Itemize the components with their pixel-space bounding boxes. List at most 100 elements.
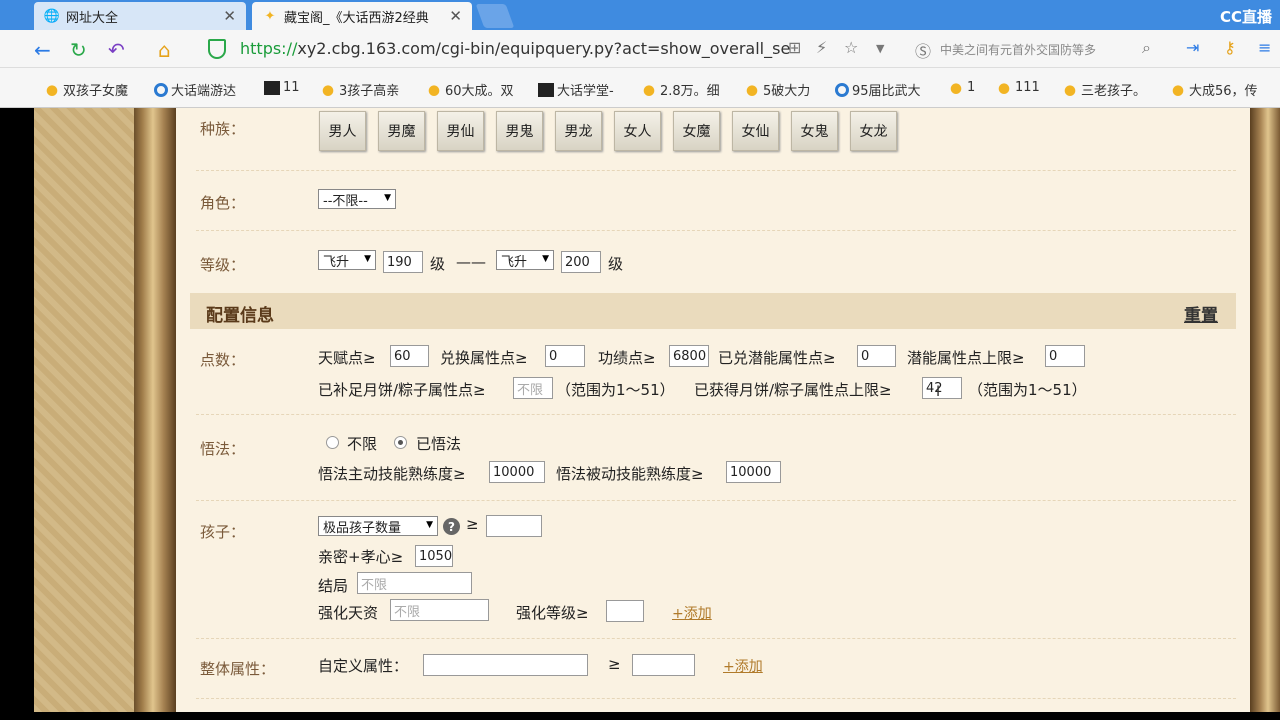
search-form: 种族： 男人 男魔 男仙 男鬼 男龙 女人 女魔 女仙 女鬼 女龙 角色： --… (176, 108, 1250, 712)
bookmark-item[interactable]: 大话学堂- (538, 80, 614, 99)
wufa-passive-label: 悟法被动技能熟练度≥ (556, 465, 704, 483)
child-talent-input[interactable]: 不限 (390, 599, 489, 621)
star-icon (320, 82, 336, 97)
potential-label: 已兑潜能属性点≥ (718, 349, 836, 367)
race-option[interactable]: 男仙 (437, 111, 484, 151)
race-option[interactable]: 女龙 (850, 111, 897, 151)
bookmark-item[interactable]: 1 (948, 80, 975, 95)
custom-attr-input[interactable] (423, 654, 588, 676)
race-option[interactable]: 女鬼 (791, 111, 838, 151)
level-to-input[interactable]: 200 (561, 251, 601, 273)
gte-symbol: ≥ (466, 515, 479, 533)
child-count-input[interactable] (486, 515, 542, 537)
config-section-header: 配置信息 重置 (190, 293, 1236, 329)
add-link[interactable]: +添加 (672, 603, 712, 623)
potential-max-label: 潜能属性点上限≥ (907, 349, 1025, 367)
menu-icon[interactable]: ≡ (1258, 38, 1271, 57)
wufa-label: 悟法： (200, 440, 246, 458)
ending-input[interactable]: 不限 (357, 572, 472, 594)
custom-attr-value-input[interactable] (632, 654, 695, 676)
reset-link[interactable]: 重置 (1184, 301, 1218, 326)
new-tab-button[interactable] (475, 4, 515, 28)
add-link[interactable]: +添加 (723, 656, 763, 676)
child-type-select[interactable]: 极品孩子数量 (318, 516, 438, 536)
bookmark-item[interactable]: 三老孩子。 (1062, 80, 1146, 99)
overall-label: 整体属性： (200, 660, 276, 678)
bookmark-item[interactable]: 5破大力 (744, 80, 810, 99)
level-from-input[interactable]: 190 (383, 251, 423, 273)
wufa-done-label: 已悟法 (416, 435, 462, 453)
merit-input[interactable]: 6800 (669, 345, 709, 367)
help-icon[interactable]: ? (443, 518, 460, 535)
browser-icon (154, 82, 168, 97)
race-option[interactable]: 女魔 (673, 111, 720, 151)
star-icon (44, 82, 60, 97)
wufa-active-label: 悟法主动技能熟练度≥ (318, 465, 466, 483)
home-icon[interactable]: ⌂ (158, 38, 171, 62)
bookmark-item[interactable]: 60大成。双 (426, 80, 514, 99)
star-icon (641, 82, 657, 97)
mooncake-max-input[interactable]: 42 (922, 377, 962, 399)
gte-symbol: ≥ (608, 655, 621, 673)
cc-live-logo: CC直播 (1219, 8, 1272, 26)
race-option[interactable]: 男人 (319, 111, 366, 151)
race-option[interactable]: 男鬼 (496, 111, 543, 151)
points-label: 点数： (200, 351, 246, 369)
url-field[interactable]: https://xy2.cbg.163.com/cgi-bin/equipque… (240, 39, 790, 58)
search-icon[interactable]: ⌕ (1142, 38, 1151, 58)
lightning-icon[interactable]: ⚡ (816, 38, 827, 57)
bookmark-item[interactable]: 3孩子高亲 (320, 80, 399, 99)
tab-cbg[interactable]: ✦ 藏宝阁_《大话西游2经典 ✕ (252, 2, 472, 30)
range-note: （范围为1～51） (968, 381, 1087, 399)
search-engine-icon[interactable]: Ⓢ (915, 38, 931, 62)
login-icon[interactable]: ⇥ (1186, 38, 1199, 57)
mooncake-input[interactable]: 不限 (513, 377, 553, 399)
bookmark-item[interactable]: 111 (996, 80, 1040, 95)
grid-icon[interactable]: ⊞ (788, 38, 801, 57)
search-input[interactable]: 中美之间有元首外交国防等多 (910, 36, 1170, 62)
wufa-any-radio[interactable] (326, 436, 339, 449)
section-title: 配置信息 (206, 306, 274, 326)
right-frame-decoration (1250, 108, 1280, 712)
divider (196, 500, 1236, 501)
wufa-done-radio[interactable] (394, 436, 407, 449)
globe-icon: 🌐 (43, 8, 61, 24)
close-icon[interactable]: ✕ (223, 7, 236, 25)
close-icon[interactable]: ✕ (449, 7, 462, 25)
enhance-input[interactable] (606, 600, 644, 622)
exchange-input[interactable]: 0 (545, 345, 585, 367)
role-label: 角色： (200, 194, 246, 212)
wufa-active-input[interactable]: 10000 (489, 461, 545, 483)
undo-icon[interactable]: ↶ (108, 38, 125, 62)
race-option[interactable]: 女人 (614, 111, 661, 151)
bookmark-item[interactable]: 2.8万。细 (641, 80, 720, 99)
bookmark-item[interactable]: 大成56，传 (1170, 80, 1258, 99)
bookmark-item[interactable]: 双孩子女魔 (44, 80, 128, 99)
address-bar: ← ↻ ↶ ⌂ https://xy2.cbg.163.com/cgi-bin/… (0, 30, 1280, 68)
tab-url-directory[interactable]: 🌐 网址大全 ✕ (34, 2, 246, 30)
role-select[interactable]: --不限-- (318, 189, 396, 209)
bookmark-item[interactable]: 大话端游达 (154, 80, 236, 99)
back-icon[interactable]: ← (34, 38, 51, 62)
star-icon (948, 80, 964, 95)
bookmark-item[interactable]: 11 (264, 80, 300, 95)
talent-input[interactable]: 60 (390, 345, 429, 367)
race-option[interactable]: 女仙 (732, 111, 779, 151)
text-cursor-icon: I (936, 384, 941, 400)
race-option[interactable]: 男魔 (378, 111, 425, 151)
level-from-type-select[interactable]: 飞升 (318, 250, 376, 270)
key-icon[interactable]: ⚷ (1224, 38, 1236, 57)
wufa-passive-input[interactable]: 10000 (726, 461, 781, 483)
cbg-icon: ✦ (264, 8, 276, 24)
potential-input[interactable]: 0 (857, 345, 896, 367)
race-option[interactable]: 男龙 (555, 111, 602, 151)
intimacy-input[interactable]: 1050 (415, 545, 453, 567)
star-icon[interactable]: ☆ (844, 38, 858, 57)
divider (196, 698, 1236, 699)
bookmark-item[interactable]: 95届比武大 (835, 80, 921, 99)
chevron-down-icon[interactable]: ▼ (876, 42, 884, 55)
potential-max-input[interactable]: 0 (1045, 345, 1085, 367)
refresh-icon[interactable]: ↻ (70, 38, 87, 62)
level-to-type-select[interactable]: 飞升 (496, 250, 554, 270)
mooncake-label: 已补足月饼/粽子属性点≥ (318, 381, 486, 399)
